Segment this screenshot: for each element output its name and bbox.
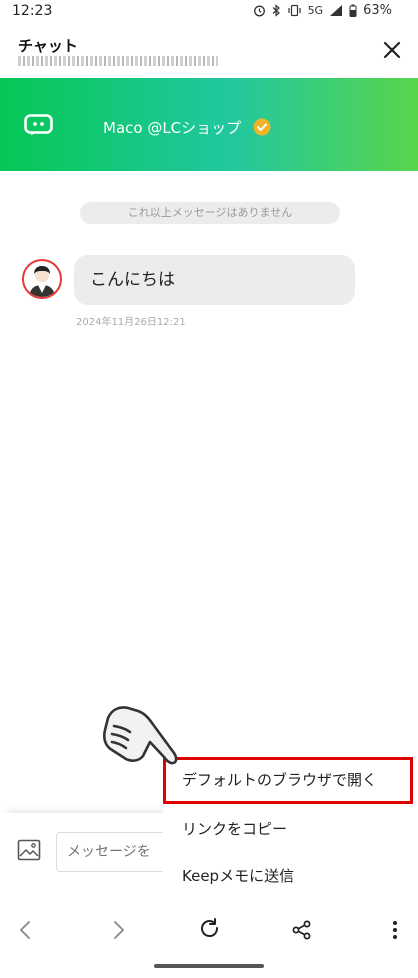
reload-icon[interactable] [196, 916, 224, 944]
share-icon[interactable] [288, 916, 316, 944]
verified-badge-icon [253, 118, 271, 136]
link-context-menu: デフォルトのブラウザで開く リンクをコピー Keepメモに送信 [163, 752, 418, 902]
menu-open-in-default-browser[interactable]: デフォルトのブラウザで開く [163, 757, 413, 804]
message-bubble[interactable]: こんにちは [74, 255, 355, 305]
vibrate-icon [287, 4, 301, 17]
chat-header: チャット [0, 26, 418, 78]
blurred-url [18, 56, 218, 66]
avatar-illustration [29, 266, 55, 297]
battery-percent: 63% [363, 3, 392, 18]
signal-icon [330, 5, 343, 16]
pointing-hand-icon [102, 706, 178, 765]
battery-icon [349, 4, 357, 17]
status-time: 12:23 [12, 3, 53, 19]
chat-bot-icon [24, 114, 53, 136]
browser-navbar [0, 900, 418, 962]
close-icon[interactable] [380, 38, 404, 62]
alarm-icon [253, 5, 265, 17]
bluetooth-icon [272, 4, 280, 17]
more-icon[interactable] [381, 916, 409, 944]
status-icons: 5G 63% [253, 3, 392, 18]
message-timestamp: 2024年11月26日12:21 [76, 317, 186, 328]
account-name: Maco @LCショップ [103, 119, 242, 137]
no-more-messages-notice: これ以上メッセージはありません [80, 202, 340, 224]
chat-banner: Maco @LCショップ [0, 78, 418, 171]
home-indicator[interactable] [154, 964, 264, 968]
menu-copy-link[interactable]: リンクをコピー [163, 805, 418, 853]
image-icon[interactable] [17, 839, 41, 861]
network-label: 5G [307, 4, 324, 17]
back-icon[interactable] [12, 916, 40, 944]
page-title: チャット [18, 37, 78, 55]
avatar[interactable] [22, 259, 62, 299]
menu-send-to-keep[interactable]: Keepメモに送信 [163, 852, 418, 900]
forward-icon[interactable] [104, 916, 132, 944]
status-bar: 12:23 5G 63% [0, 0, 418, 26]
